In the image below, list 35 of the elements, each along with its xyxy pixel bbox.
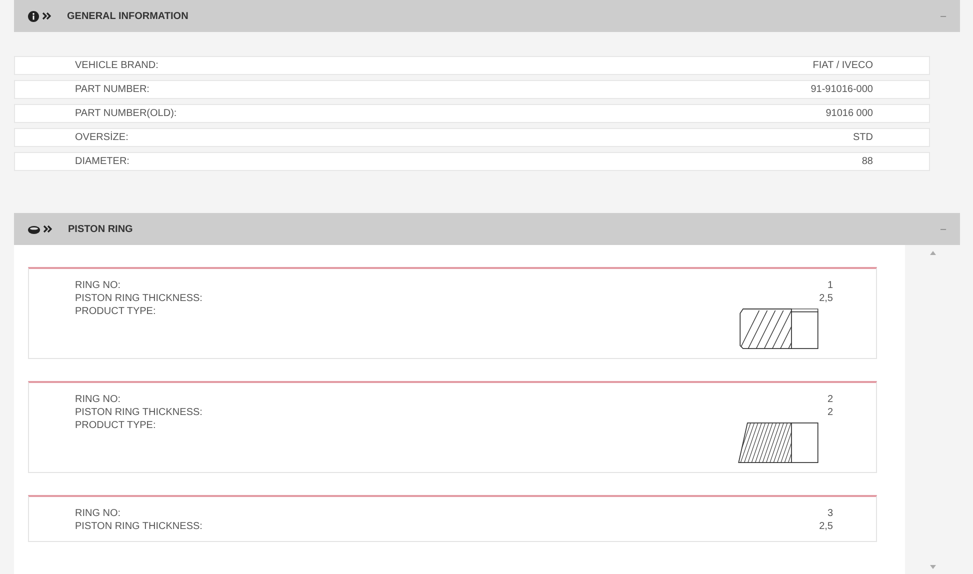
field-value: 2 [827,393,833,406]
field-value: 1 [827,279,833,292]
field-label: RING NO: [75,279,122,292]
field-label: PART NUMBER: [75,83,150,97]
field-label: RING NO: [75,507,122,520]
ring-icon [28,224,40,234]
field-value: 3 [827,507,833,520]
section-header[interactable]: GENERAL INFORMATION – [14,0,960,32]
field-label: PISTON RING THICKNESS: [75,406,202,419]
field-label: PISTON RING THICKNESS: [75,292,202,305]
scrollbar[interactable] [905,245,960,574]
scroll-down-icon[interactable] [930,565,936,569]
field-value: 2 [827,406,833,419]
section-title: PISTON RING [68,222,133,236]
section-header[interactable]: PISTON RING – [14,213,960,245]
field-value: 2,5 [819,520,833,533]
field-label: PISTON RING THICKNESS: [75,520,202,533]
field-value: 91-91016-000 [810,83,873,97]
field-label: OVERSİZE: [75,130,128,145]
section-title: GENERAL INFORMATION [67,10,188,24]
field-value: STD [853,131,873,145]
field-value: FIAT / IVECO [812,59,873,73]
double-chevron-icon [43,225,52,233]
field-value: 88 [862,155,873,169]
field-label: PART NUMBER(OLD): [75,107,177,121]
field-value: 91016 000 [826,107,873,121]
field-label: DIAMETER: [75,155,130,169]
field-label: PRODUCT TYPE: [75,305,157,318]
field-label: PRODUCT TYPE: [75,419,157,432]
field-label: VEHICLE BRAND: [75,59,158,73]
info-icon [28,10,39,22]
double-chevron-icon [42,12,51,20]
field-label: RING NO: [75,393,122,406]
scroll-up-icon[interactable] [930,251,936,255]
field-value: 2,5 [819,292,833,305]
